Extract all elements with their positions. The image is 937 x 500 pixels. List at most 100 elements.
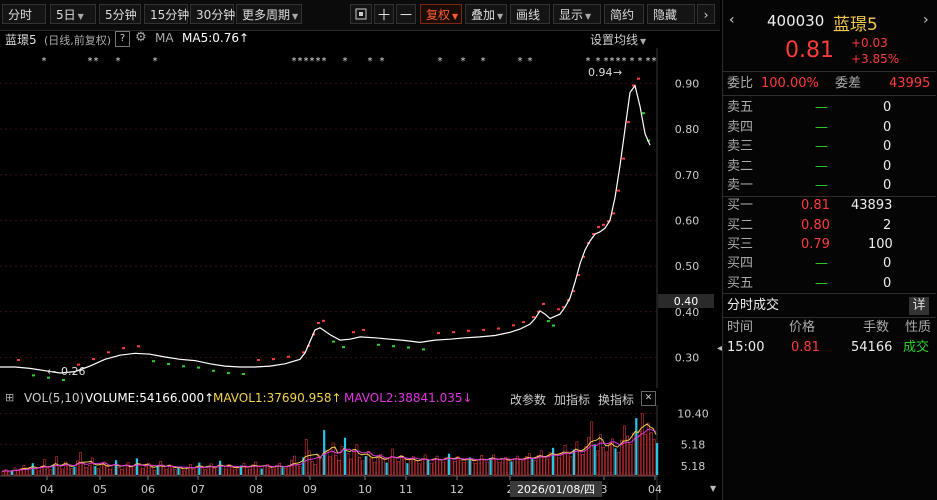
corner-toggle-icon[interactable]: ▼ (710, 484, 720, 496)
caret-down-icon: ▼ (292, 12, 299, 21)
tab-5min[interactable]: 5分钟 (99, 4, 141, 24)
layout-button[interactable] (350, 4, 372, 24)
caret-down-icon: ▼ (452, 12, 459, 21)
buy-row-1[interactable]: 买一 0.81 43893 (723, 196, 936, 215)
volume-bar (67, 464, 70, 476)
volume-bar (563, 445, 567, 476)
trades-detail-button[interactable]: 详 (909, 297, 929, 315)
event-star: * (638, 56, 643, 67)
prev-stock-icon[interactable]: ‹ (729, 12, 735, 28)
buy-row-2[interactable]: 买二 0.80 2 (723, 216, 936, 235)
zoom-in-button[interactable]: ＋ (374, 4, 394, 24)
sell-label: 卖一 (727, 178, 754, 193)
tab-more-periods[interactable]: 更多周期 ▼ (236, 4, 302, 24)
volume-bar (453, 461, 457, 476)
volume-bar (96, 468, 100, 476)
stock-name: 蓝璟5 (833, 15, 878, 35)
adjust-button[interactable]: 复权 ▼ (420, 4, 462, 24)
buy-row-5[interactable]: 买五 — 0 (723, 274, 936, 293)
draw-line-button[interactable]: 画线 (510, 4, 550, 24)
close-panel-icon[interactable]: ✕ (641, 391, 656, 406)
volume-bar (560, 453, 564, 476)
event-star: * (368, 56, 373, 67)
buy-row-4[interactable]: 买四 — 0 (723, 254, 936, 273)
display-button[interactable]: 显示 ▼ (553, 4, 601, 24)
price-dot (272, 358, 275, 361)
help-icon[interactable]: ? (115, 31, 130, 47)
simple-button[interactable]: 简约 (604, 4, 644, 24)
volume-bar (400, 455, 403, 476)
bid-ratio-label: 委比 (727, 76, 754, 91)
volume-bar (489, 457, 492, 475)
volume-bar (635, 418, 638, 475)
tab-30min[interactable]: 30分钟 (190, 4, 235, 24)
ma-settings-button[interactable]: 设置均线 ▼ (590, 31, 646, 48)
sell-row-5[interactable]: 卖五 — 0 (723, 98, 936, 117)
zoom-out-icon: － (398, 6, 414, 24)
volume-bar (406, 463, 409, 475)
sell-label: 卖三 (727, 139, 754, 154)
price-dot (197, 366, 200, 369)
volume-bar (108, 468, 112, 476)
gear-icon[interactable]: ⚙ (135, 30, 147, 45)
volume-bar (394, 457, 397, 476)
sell-row-4[interactable]: 卖四 — 0 (723, 118, 936, 137)
volume-bar (84, 466, 88, 476)
low-marker: ← 0.26 (47, 365, 86, 378)
buy-label: 买四 (727, 256, 754, 271)
sell-row-1[interactable]: 卖一 — 0 (723, 176, 936, 195)
trade-row[interactable]: 15:00 0.81 54166 成交 (723, 338, 936, 357)
trade-price: 0.81 (791, 340, 820, 355)
volume-bar (501, 458, 504, 476)
volume-bar (319, 457, 323, 476)
volume-bar (10, 470, 14, 475)
price-dot (242, 373, 245, 375)
volume-bar (215, 466, 219, 476)
next-button[interactable]: › (697, 4, 715, 24)
sell-label: 卖四 (727, 120, 754, 135)
buy-row-3[interactable]: 买三 0.79 100 (723, 235, 936, 254)
volume-bar (126, 462, 130, 476)
volume-bar (552, 447, 555, 475)
volume-bar (272, 468, 276, 476)
sell-row-3[interactable]: 卖三 — 0 (723, 137, 936, 156)
tab-5day[interactable]: 5日 ▼ (50, 4, 96, 24)
price-dot (182, 365, 185, 368)
volume-bar (224, 468, 228, 476)
overlay-button[interactable]: 叠加 ▼ (465, 4, 507, 24)
tab-15min[interactable]: 15分钟 (144, 4, 189, 24)
volume-bar (569, 456, 573, 476)
volume-bar (120, 469, 124, 476)
volume-chart[interactable]: 10.405.185.18 0405060708091011122304 202… (0, 405, 720, 500)
price-dot (32, 374, 35, 377)
volume-bar (504, 456, 507, 476)
price-dot (287, 355, 290, 358)
volume-y-tick: 5.18 (681, 438, 706, 451)
price-chart[interactable]: 0.900.800.700.600.500.400.30 * * * * * * * * * * *… (0, 48, 720, 388)
volume-bar (420, 458, 424, 476)
event-star: * (622, 56, 627, 67)
tab-timeshare[interactable]: 分时 (2, 4, 46, 24)
sell-price: — (815, 100, 828, 115)
hide-button[interactable]: 隐藏 (647, 4, 695, 24)
price-dot (212, 369, 215, 372)
event-star: * (518, 56, 523, 67)
sell-row-2[interactable]: 卖二 — 0 (723, 157, 936, 176)
volume-bar (328, 456, 332, 476)
price-dot (642, 112, 645, 115)
y-tick-label: 0.50 (675, 260, 700, 273)
event-star: * (481, 56, 486, 67)
next-stock-icon[interactable]: › (923, 12, 929, 28)
volume-bar (105, 466, 109, 476)
y-tick-label: 0.80 (675, 123, 700, 136)
volume-bar (498, 462, 502, 476)
event-star: * (94, 56, 99, 67)
zoom-out-button[interactable]: － (396, 4, 416, 24)
volume-bar (70, 468, 73, 476)
volume-bar (260, 468, 263, 475)
volume-bar (599, 434, 603, 476)
event-star: * (380, 56, 385, 67)
volume-bar (477, 459, 481, 476)
price-dot (167, 363, 170, 365)
volume-info-icon[interactable]: ⊞ (5, 391, 14, 404)
